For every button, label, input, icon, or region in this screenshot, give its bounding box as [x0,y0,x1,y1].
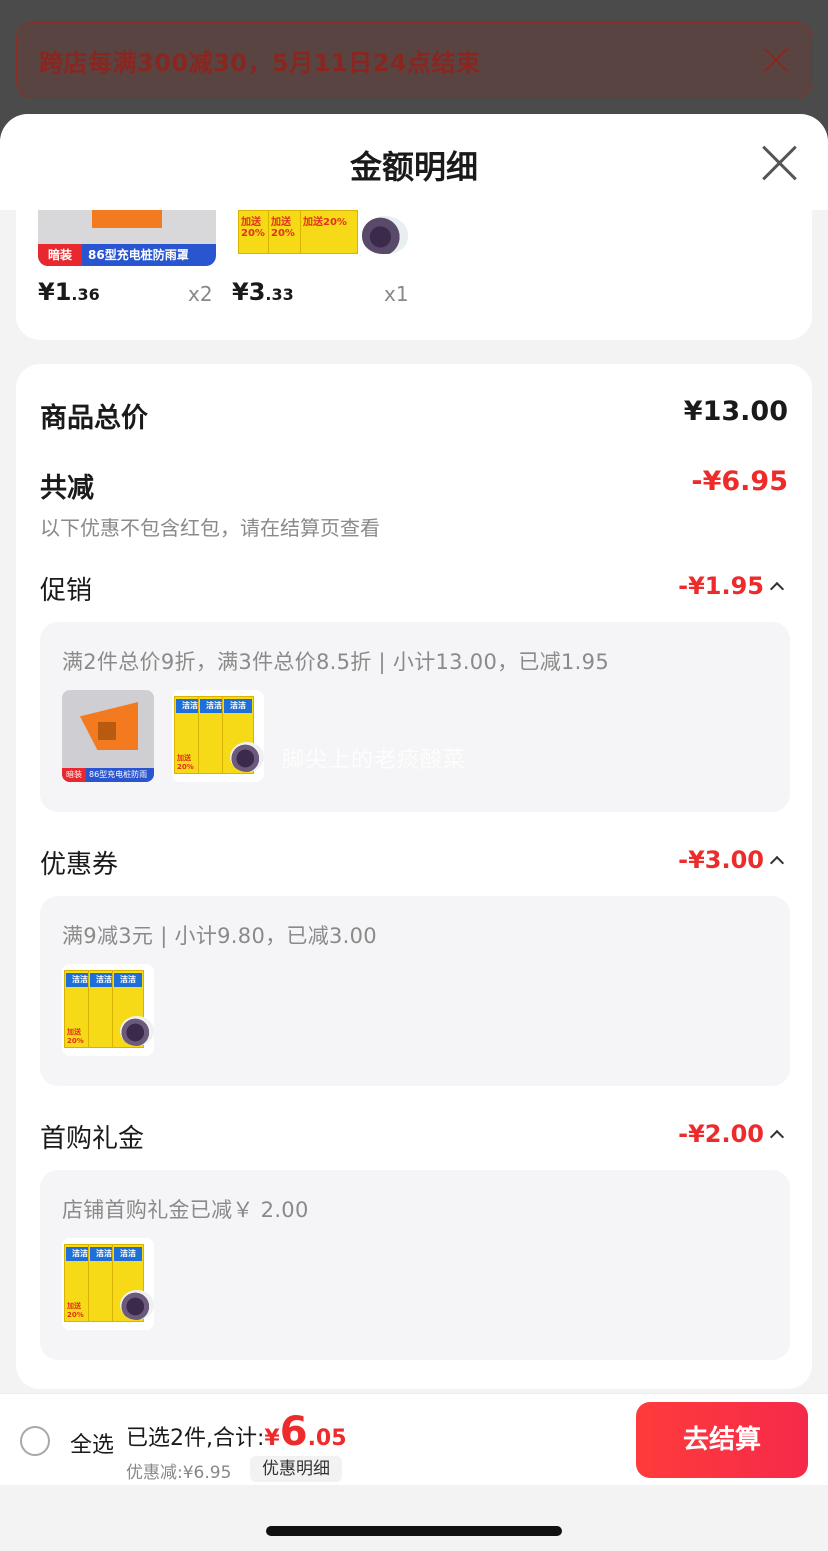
checkout-bar: 全选 已选2件,合计: ¥ 6 .05 优惠减:¥6.95 优惠明细 去结算 [0,1393,828,1485]
promotion-label: 促销 [40,576,93,606]
bag-brand: 洁洁 [114,1247,142,1261]
item-price-int: ¥3 [232,278,266,306]
sheet-header: 金额明细 [0,114,828,210]
charger-cover-shape [92,210,162,228]
promo-text: 跨店每满300减30，5月11日24点结束 [39,48,481,77]
close-icon[interactable] [762,146,796,180]
item-price-int: ¥1 [38,278,72,306]
item-thumb-fresh-bags[interactable]: 加送20% 加送20% 加送20% [238,210,408,266]
product-thumb-fresh-bags[interactable]: 洁洁 加送20% 洁洁 洁洁 [172,690,264,782]
grapes-image [120,1290,154,1320]
charger-label: 86型充电桩防雨罩 [89,770,148,779]
item-price: ¥1.36 [38,278,100,306]
reduce-note: 以下优惠不包含红包，请在结算页查看 [40,516,380,540]
first-purchase-toggle[interactable]: -¥2.00 [678,1120,785,1148]
bag-brand: 洁洁 [224,699,252,713]
coupon-value: -¥3.00 [678,846,764,874]
select-all-label[interactable]: 全选 [70,1427,114,1459]
charger-cover-hole [98,722,116,740]
grapes-image [120,1016,154,1046]
charger-label: 86型充电桩防雨罩 [88,248,189,262]
first-purchase-detail-box: 店铺首购礼金已减￥ 2.00 洁洁 加送20% 洁洁 洁洁 [40,1170,790,1360]
total-symbol: ¥ [264,1426,280,1451]
total-decimal: .05 [307,1426,347,1451]
chevron-up-icon [769,581,785,597]
first-purchase-value: -¥2.00 [678,1120,764,1148]
grapes-image [230,742,264,772]
goods-total-value: ¥13.00 [683,396,788,427]
summary-prefix: 已选2件,合计: [126,1426,265,1451]
total-integer: 6 [279,1409,308,1455]
first-purchase-label: 首购礼金 [40,1124,145,1154]
grapes-image [362,216,408,254]
promotion-detail-box: 满2件总价9折，满3件总价8.5折 | 小计13.00，已减1.95 暗装 86… [40,622,790,812]
promotion-value: -¥1.95 [678,572,764,600]
charger-tag: 暗装 [62,768,86,782]
discount-summary: 优惠减:¥6.95 [126,1463,232,1483]
home-indicator [266,1526,562,1536]
coupon-label: 优惠券 [40,850,119,880]
total-reduce-label: 共减 [40,473,94,504]
product-thumb-fresh-bags[interactable]: 洁洁 加送20% 洁洁 洁洁 [62,1238,154,1330]
total-reduce-value: -¥6.95 [691,466,788,497]
checkout-button[interactable]: 去结算 [636,1402,808,1478]
bag-badge: 加送20% [303,217,347,228]
item-price-dec: .36 [71,285,100,304]
discount-detail-button[interactable]: 优惠明细 [250,1456,342,1482]
item-qty: x1 [384,282,409,306]
chevron-up-icon [769,1129,785,1145]
select-all-radio[interactable] [20,1426,50,1456]
charger-tag: 暗装 [38,244,82,266]
coupon-toggle[interactable]: -¥3.00 [678,846,785,874]
order-summary: 已选2件,合计: ¥ 6 .05 [126,1412,347,1452]
item-qty: x2 [188,282,213,306]
amount-detail-sheet: 金额明细 暗装 86型充电桩防雨罩 加送20% 加送20% 加送20% ¥1.3… [0,114,828,1551]
first-purchase-detail-text: 店铺首购礼金已减￥ 2.00 [62,1198,309,1222]
price-breakdown-card: 商品总价 ¥13.00 共减 -¥6.95 以下优惠不包含红包，请在结算页查看 … [16,364,812,1389]
item-price: ¥3.33 [232,278,294,306]
promo-banner: 跨店每满300减30，5月11日24点结束 [16,22,812,98]
product-thumb-fresh-bags[interactable]: 洁洁 加送20% 洁洁 洁洁 [62,964,154,1056]
coupon-detail-text: 满9减3元 | 小计9.80，已减3.00 [62,924,377,948]
promo-close-icon[interactable] [763,47,789,73]
coupon-detail-box: 满9减3元 | 小计9.80，已减3.00 洁洁 加送20% 洁洁 洁洁 [40,896,790,1086]
item-thumb-charger-cover[interactable]: 暗装 86型充电桩防雨罩 [38,210,216,266]
item-price-dec: .33 [265,285,294,304]
bag-brand: 洁洁 [114,973,142,987]
promotion-detail-text: 满2件总价9折，满3件总价8.5折 | 小计13.00，已减1.95 [62,650,609,674]
watermark: 脚尖上的老痰酸菜 [282,748,467,773]
selected-items-card: 暗装 86型充电桩防雨罩 加送20% 加送20% 加送20% ¥1.36 x2 … [16,210,812,340]
bag-image: 加送20% [300,210,358,254]
goods-total-label: 商品总价 [40,403,148,434]
chevron-up-icon [769,855,785,871]
sheet-title: 金额明细 [349,148,478,186]
product-thumb-charger-cover[interactable]: 暗装 86型充电桩防雨罩 [62,690,154,782]
promotion-toggle[interactable]: -¥1.95 [678,572,785,600]
